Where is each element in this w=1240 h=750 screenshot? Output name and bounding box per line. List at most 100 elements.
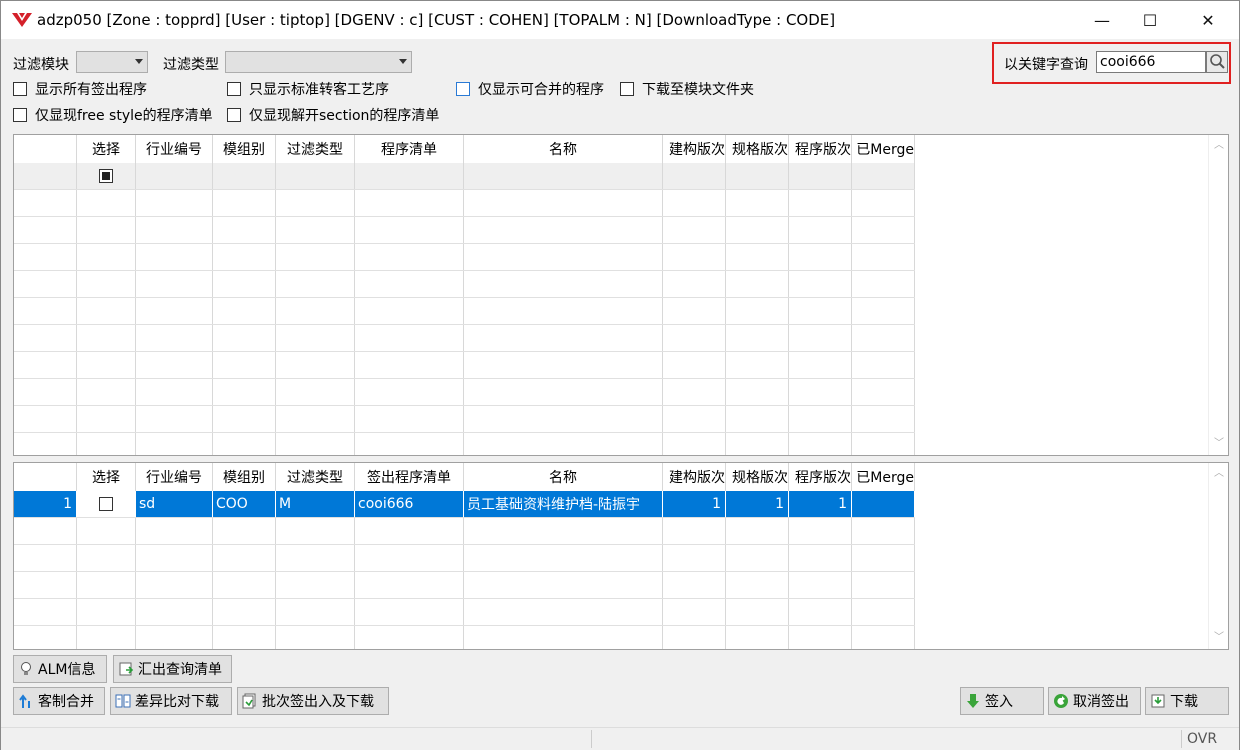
empty-row[interactable] [14,325,915,352]
col-checkout-program[interactable]: 签出程序清单 [355,463,464,491]
vertical-scrollbar[interactable]: ︿ ﹀ [1208,135,1228,455]
col-industry[interactable]: 行业编号 [136,463,213,491]
undo-icon [1053,693,1069,709]
option-standard-only[interactable]: 只显示标准转客工艺序 [227,79,389,99]
app-window: adzp050 [Zone : topprd] [User : tiptop] … [0,0,1240,750]
maximize-button[interactable]: ☐ [1127,1,1173,39]
checkbox[interactable] [620,82,634,96]
checkin-button[interactable]: 签入 [960,687,1044,715]
empty-row[interactable] [14,433,915,455]
minimize-button[interactable]: — [1079,1,1125,39]
checkbox[interactable] [227,82,241,96]
export-query-list-button[interactable]: 汇出查询清单 [113,655,232,683]
col-merged[interactable]: 已Merge [852,135,915,163]
checkbox[interactable] [227,108,241,122]
checkout-list-grid[interactable]: 选择 行业编号 模组别 过滤类型 签出程序清单 名称 建构版次 规格版次 程序版… [13,462,1229,650]
empty-row[interactable] [14,572,915,599]
cell-merged [852,491,915,517]
option-mergeable-only[interactable]: 仅显示可合并的程序 [456,79,604,99]
compare-icon [115,693,131,709]
col-program[interactable]: 程序清单 [355,135,464,163]
empty-row[interactable] [14,244,915,271]
download-button[interactable]: 下载 [1145,687,1229,715]
export-icon [118,661,134,677]
search-icon [1210,54,1225,69]
download-icon [1150,693,1166,709]
filter-type-select[interactable] [225,51,412,73]
title-bar: adzp050 [Zone : topprd] [User : tiptop] … [1,1,1239,39]
empty-row[interactable] [14,518,915,545]
empty-row[interactable] [14,599,915,626]
row-number: 1 [14,491,77,517]
window-title: adzp050 [Zone : topprd] [User : tiptop] … [37,11,836,29]
option-free-style-only[interactable]: 仅显现free style的程序清单 [13,105,213,125]
cell-industry: sd [136,491,213,517]
cell-filter-type: M [276,491,355,517]
col-filter-type[interactable]: 过滤类型 [276,135,355,163]
col-select[interactable]: 选择 [77,135,136,163]
program-list-grid[interactable]: 选择 行业编号 模组别 过滤类型 程序清单 名称 建构版次 规格版次 程序版次 … [13,134,1229,456]
filter-module-label: 过滤模块 [13,57,69,73]
batch-icon [242,693,258,709]
cancel-checkout-button[interactable]: 取消签出 [1048,687,1141,715]
empty-row[interactable] [14,406,915,433]
col-merged[interactable]: 已Merge [852,463,915,491]
scroll-up-icon[interactable]: ︿ [1214,469,1224,479]
empty-row[interactable] [14,379,915,406]
checkbox[interactable] [13,108,27,122]
filter-type-label: 过滤类型 [163,57,219,73]
empty-row[interactable] [14,626,915,649]
status-bar: OVR [1,727,1239,750]
col-industry[interactable]: 行业编号 [136,135,213,163]
empty-row[interactable] [14,190,915,217]
option-section-only[interactable]: 仅显现解开section的程序清单 [227,105,439,125]
col-prog-ver[interactable]: 程序版次 [789,463,852,491]
empty-row[interactable] [14,271,915,298]
alm-info-button[interactable]: ALM信息 [13,655,107,683]
checkbox[interactable] [456,82,470,96]
col-prog-ver[interactable]: 程序版次 [789,135,852,163]
search-button[interactable] [1206,51,1228,73]
batch-checkout-button[interactable]: 批次签出入及下载 [237,687,389,715]
empty-row[interactable] [14,217,915,244]
col-module[interactable]: 模组别 [213,135,276,163]
cell-module: COO [213,491,276,517]
maximize-icon: ☐ [1142,10,1158,30]
col-module[interactable]: 模组别 [213,463,276,491]
cell-name: 员工基础资料维护档-陆振宇 [464,491,663,517]
close-icon: ✕ [1201,10,1215,30]
col-filter-type[interactable]: 过滤类型 [276,463,355,491]
scroll-down-icon[interactable]: ﹀ [1214,633,1224,643]
overwrite-mode-indicator: OVR [1187,731,1218,747]
empty-row[interactable] [14,298,915,325]
filter-module-select[interactable] [76,51,148,73]
cell-build-ver: 1 [663,491,726,517]
cell-spec-ver: 1 [726,491,789,517]
col-select[interactable]: 选择 [77,463,136,491]
col-name[interactable]: 名称 [464,135,663,163]
select-all-checkbox[interactable] [99,169,113,183]
search-input[interactable]: cooi666 [1096,51,1206,73]
table-row[interactable]: 1 sd COO M cooi666 员工基础资料维护档-陆振宇 1 1 1 [14,491,915,518]
empty-row[interactable] [14,352,915,379]
scroll-down-icon[interactable]: ﹀ [1214,439,1224,449]
checkbox[interactable] [13,82,27,96]
custom-merge-button[interactable]: 客制合并 [13,687,105,715]
col-spec-ver[interactable]: 规格版次 [726,135,789,163]
merge-icon [18,693,34,709]
col-spec-ver[interactable]: 规格版次 [726,463,789,491]
col-name[interactable]: 名称 [464,463,663,491]
diff-compare-download-button[interactable]: 差异比对下载 [110,687,232,715]
option-show-all-checkout[interactable]: 显示所有签出程序 [13,79,147,99]
vertical-scrollbar[interactable]: ︿ ﹀ [1208,463,1228,649]
chevron-down-icon [399,59,407,64]
search-label: 以关键字查询 [1004,57,1088,73]
col-build-ver[interactable]: 建构版次 [663,135,726,163]
minimize-icon: — [1094,10,1110,30]
option-download-to-module-folder[interactable]: 下载至模块文件夹 [620,79,754,99]
col-build-ver[interactable]: 建构版次 [663,463,726,491]
scroll-up-icon[interactable]: ︿ [1214,141,1224,151]
empty-row[interactable] [14,545,915,572]
close-button[interactable]: ✕ [1185,1,1231,39]
row-select-checkbox[interactable] [99,497,113,511]
